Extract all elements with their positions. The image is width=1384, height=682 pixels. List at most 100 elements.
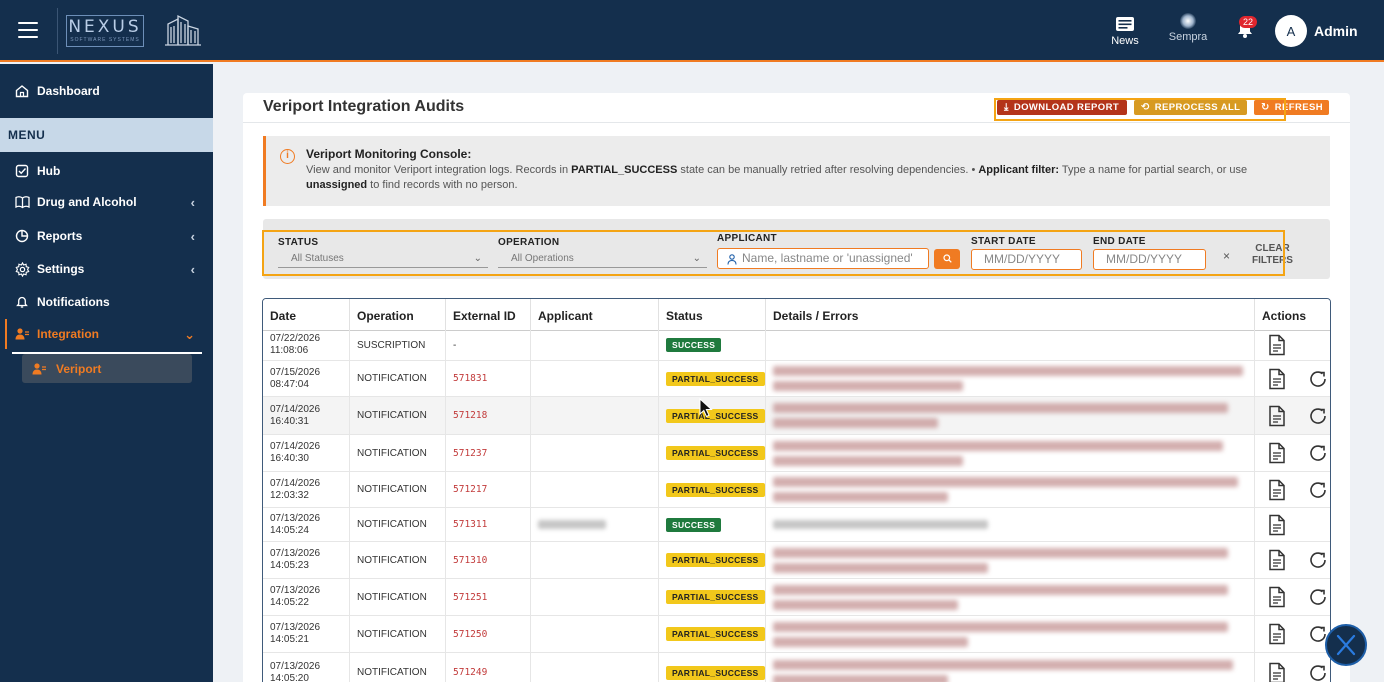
table-row[interactable]: 07/14/2026 16:40:31 NOTIFICATION 571218 PART… xyxy=(263,397,1330,435)
details-cell xyxy=(766,472,1255,507)
time-value: 14:05:21 xyxy=(270,634,309,645)
table-row[interactable]: 07/15/2026 08:47:04 NOTIFICATION 571831 PART… xyxy=(263,361,1330,397)
table-row[interactable]: 07/13/2026 14:05:20 NOTIFICATION 571249 PART… xyxy=(263,653,1330,682)
applicant-cell xyxy=(531,616,659,652)
avatar[interactable]: A xyxy=(1275,15,1307,47)
column-header-external-id[interactable]: External ID xyxy=(446,299,531,331)
external-id-value[interactable]: 571831 xyxy=(453,373,487,384)
view-document-icon[interactable] xyxy=(1268,334,1286,356)
table-row[interactable]: 07/13/2026 14:05:24 NOTIFICATION 571311 SUCC… xyxy=(263,508,1330,542)
status-badge: SUCCESS xyxy=(666,338,722,352)
date-value: 07/14/2026 xyxy=(270,441,321,452)
date-cell: 07/14/2026 12:03:32 xyxy=(263,472,350,507)
view-document-icon[interactable] xyxy=(1268,623,1286,645)
sidebar-item-notifications[interactable]: Notifications xyxy=(0,287,213,317)
sidebar-item-integration[interactable]: Integration ⌄ xyxy=(0,319,213,349)
status-cell: SUCCESS xyxy=(659,508,766,541)
sidebar-item-reports[interactable]: Reports ‹ xyxy=(0,221,213,251)
time-value: 16:40:31 xyxy=(270,415,309,427)
external-id-value[interactable]: 571218 xyxy=(453,410,487,421)
status-badge: PARTIAL_SUCCESS xyxy=(666,627,765,641)
sidebar-item-settings[interactable]: Settings ‹ xyxy=(0,254,213,284)
retry-icon[interactable] xyxy=(1307,405,1329,427)
redacted-details xyxy=(773,440,1223,451)
external-id-cell: 571310 xyxy=(446,542,531,578)
checkbox-icon xyxy=(14,163,30,179)
hamburger-menu-icon[interactable] xyxy=(18,22,38,38)
sidebar-item-hub[interactable]: Hub xyxy=(0,156,213,186)
column-header-applicant[interactable]: Applicant xyxy=(531,299,659,331)
table-row[interactable]: 07/13/2026 14:05:23 NOTIFICATION 571310 PART… xyxy=(263,542,1330,579)
sidebar-item-dashboard[interactable]: Dashboard xyxy=(0,76,213,106)
applicant-cell xyxy=(531,435,659,471)
external-id-value[interactable]: 571251 xyxy=(453,592,487,603)
operation-value: SUSCRIPTION xyxy=(357,339,426,351)
sidebar-subitem-veriport[interactable]: Veriport xyxy=(22,354,192,383)
view-document-icon[interactable] xyxy=(1268,586,1286,608)
date-cell: 07/14/2026 16:40:31 xyxy=(263,397,350,434)
table-row[interactable]: 07/13/2026 14:05:22 NOTIFICATION 571251 PART… xyxy=(263,579,1330,616)
external-id-value[interactable]: 571249 xyxy=(453,667,487,678)
retry-icon[interactable] xyxy=(1307,442,1329,464)
table-row[interactable]: 07/22/2026 11:08:06 SUSCRIPTION - SUCCESS xyxy=(263,330,1330,361)
status-cell: PARTIAL_SUCCESS xyxy=(659,616,766,652)
table-row[interactable]: 07/13/2026 14:05:21 NOTIFICATION 571250 PART… xyxy=(263,616,1330,653)
news-button[interactable]: News xyxy=(1108,16,1142,47)
column-header-actions[interactable]: Actions xyxy=(1255,299,1330,331)
details-cell xyxy=(766,435,1255,471)
info-emphasis: Applicant filter: xyxy=(978,164,1060,176)
chevron-left-icon: ‹ xyxy=(190,229,195,244)
chevron-left-icon: ‹ xyxy=(190,195,195,210)
time-value: 14:05:23 xyxy=(270,560,309,571)
external-id-value[interactable]: 571237 xyxy=(453,448,487,459)
retry-icon[interactable] xyxy=(1307,549,1329,571)
column-header-operation[interactable]: Operation xyxy=(350,299,446,331)
nexus-logo[interactable]: NEXUS SOFTWARE SYSTEMS xyxy=(66,15,144,47)
operation-cell: SUSCRIPTION xyxy=(350,330,446,360)
view-document-icon[interactable] xyxy=(1268,514,1286,536)
view-document-icon[interactable] xyxy=(1268,405,1286,427)
title-divider xyxy=(243,122,1350,123)
sempra-button[interactable]: Sempra xyxy=(1166,13,1210,43)
actions-cell xyxy=(1255,579,1330,615)
info-emphasis: unassigned xyxy=(306,179,368,191)
retry-icon[interactable] xyxy=(1307,586,1329,608)
operation-cell: NOTIFICATION xyxy=(350,361,446,396)
book-icon xyxy=(14,194,30,210)
status-badge: PARTIAL_SUCCESS xyxy=(666,446,765,460)
top-bar: NEXUS SOFTWARE SYSTEMS News Sempra 22 A … xyxy=(0,0,1384,62)
retry-icon[interactable] xyxy=(1307,368,1329,390)
retry-icon[interactable] xyxy=(1307,662,1329,682)
table-row[interactable]: 07/14/2026 12:03:32 NOTIFICATION 571217 PART… xyxy=(263,472,1330,508)
external-id-value[interactable]: 571217 xyxy=(453,484,487,495)
date-cell: 07/13/2026 14:05:23 xyxy=(263,542,350,578)
sidebar-item-drug-and-alcohol[interactable]: Drug and Alcohol ‹ xyxy=(0,187,213,217)
table-row[interactable]: 07/14/2026 16:40:30 NOTIFICATION 571237 PART… xyxy=(263,435,1330,472)
retry-icon[interactable] xyxy=(1307,479,1329,501)
redacted-details xyxy=(773,621,1228,632)
external-id-value[interactable]: 571311 xyxy=(453,519,487,530)
redacted-details xyxy=(773,492,948,502)
redacted-details xyxy=(773,520,988,529)
home-icon xyxy=(14,83,30,99)
details-cell xyxy=(766,542,1255,578)
redacted-details xyxy=(773,660,1233,670)
external-id-value[interactable]: 571250 xyxy=(453,629,487,640)
details-cell xyxy=(766,616,1255,652)
user-name[interactable]: Admin xyxy=(1314,23,1358,39)
column-header-details[interactable]: Details / Errors xyxy=(766,299,1255,331)
sidebar: Dashboard MENU Hub Drug and Alcohol ‹ Re… xyxy=(0,64,213,682)
column-header-status[interactable]: Status xyxy=(659,299,766,331)
info-title: Veriport Monitoring Console: xyxy=(306,147,472,161)
view-document-icon[interactable] xyxy=(1268,442,1286,464)
view-document-icon[interactable] xyxy=(1268,479,1286,501)
external-id-value[interactable]: 571310 xyxy=(453,555,487,566)
assistant-fab-button[interactable] xyxy=(1325,624,1367,666)
view-document-icon[interactable] xyxy=(1268,549,1286,571)
column-header-date[interactable]: Date xyxy=(263,299,350,331)
view-document-icon[interactable] xyxy=(1268,368,1286,390)
date-cell: 07/13/2026 14:05:22 xyxy=(263,579,350,615)
status-cell: PARTIAL_SUCCESS xyxy=(659,361,766,396)
view-document-icon[interactable] xyxy=(1268,662,1286,682)
operation-cell: NOTIFICATION xyxy=(350,508,446,541)
